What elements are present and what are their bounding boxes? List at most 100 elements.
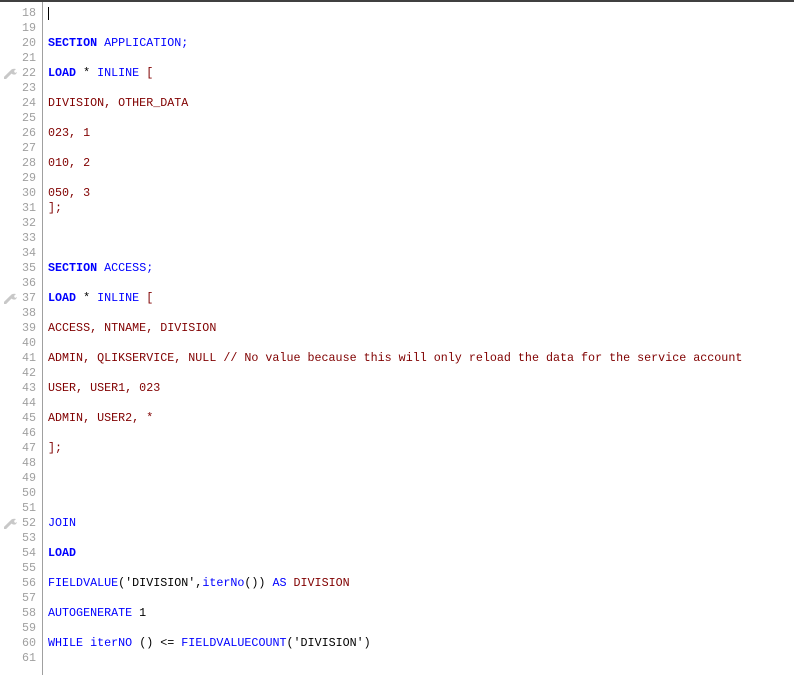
code-line[interactable]: 39 ACCESS, NTNAME, DIVISION — [0, 321, 794, 336]
code-line[interactable]: 42 — [0, 366, 794, 381]
code-line[interactable]: 34 — [0, 246, 794, 261]
code-line[interactable]: 52 JOIN — [0, 516, 794, 531]
code-line[interactable]: 54 LOAD — [0, 546, 794, 561]
code-line[interactable]: 60 WHILE iterNO () <= FIELDVALUECOUNT('DI… — [0, 636, 794, 651]
code-text: ]; — [48, 201, 62, 216]
line-number: 42 — [21, 366, 36, 380]
line-number: 26 — [21, 126, 36, 140]
line-number: 20 — [21, 36, 36, 50]
line-number: 23 — [21, 81, 36, 95]
code-text: LOAD — [48, 546, 76, 561]
code-token-id: 010, 2 — [48, 156, 91, 170]
window-top-border — [0, 0, 794, 2]
line-number: 19 — [21, 21, 36, 35]
code-line[interactable]: 21 — [0, 51, 794, 66]
line-number: 41 — [21, 351, 36, 365]
code-token-pl: * — [76, 291, 98, 305]
line-number: 25 — [21, 111, 36, 125]
line-number: 48 — [21, 456, 36, 470]
line-number: 46 — [21, 426, 36, 440]
code-line[interactable]: 29 — [0, 171, 794, 186]
code-token-fn: FIELDVALUECOUNT — [181, 636, 287, 650]
code-line[interactable]: 55 — [0, 561, 794, 576]
code-token-fn: INLINE — [97, 66, 140, 80]
code-line[interactable]: 47]; — [0, 441, 794, 456]
code-line[interactable]: 27 — [0, 141, 794, 156]
code-text: DIVISION, OTHER_DATA — [48, 96, 188, 111]
code-line[interactable]: 26 023, 1 — [0, 126, 794, 141]
line-number: 45 — [21, 411, 36, 425]
line-number: 34 — [21, 246, 36, 260]
code-line[interactable]: 20 SECTION APPLICATION; — [0, 36, 794, 51]
code-line[interactable]: 25 — [0, 111, 794, 126]
code-line[interactable]: 32 — [0, 216, 794, 231]
code-line[interactable]: 19 — [0, 21, 794, 36]
line-number: 49 — [21, 471, 36, 485]
code-token-fn: AS — [265, 576, 287, 590]
code-token-id: ADMIN, USER2, * — [48, 411, 154, 425]
line-number: 47 — [21, 441, 36, 455]
code-token-pl: ('DIVISION') — [286, 636, 371, 650]
script-editor[interactable]: 18 19 20 SECTION APPLICATION; 21 22 LOAD * INL… — [0, 6, 794, 666]
code-text: ]; — [48, 441, 62, 456]
line-number: 60 — [21, 636, 36, 650]
code-line[interactable]: 31]; — [0, 201, 794, 216]
code-token-id: USER, USER1, 023 — [48, 381, 161, 395]
code-line[interactable]: 38 — [0, 306, 794, 321]
line-number: 59 — [21, 621, 36, 635]
line-number: 37 — [21, 291, 36, 305]
code-token-id: [ — [139, 66, 154, 80]
line-number: 27 — [21, 141, 36, 155]
code-line[interactable]: 35 SECTION ACCESS; — [0, 261, 794, 276]
code-text: WHILE iterNO () <= FIELDVALUECOUNT('DIVI… — [48, 636, 371, 651]
code-line[interactable]: 24 DIVISION, OTHER_DATA — [0, 96, 794, 111]
code-text: ADMIN, USER2, * — [48, 411, 153, 426]
code-token-id: 050, 3 — [48, 186, 91, 200]
code-line[interactable]: 51 — [0, 501, 794, 516]
code-line[interactable]: 43 USER, USER1, 023 — [0, 381, 794, 396]
code-line[interactable]: 33 — [0, 231, 794, 246]
code-token-kw: LOAD — [48, 66, 77, 80]
code-line[interactable]: 56 FIELDVALUE('DIVISION',iterNo()) AS DIV… — [0, 576, 794, 591]
code-line[interactable]: 30 050, 3 — [0, 186, 794, 201]
line-number: 22 — [21, 66, 36, 80]
code-line[interactable]: 28 010, 2 — [0, 156, 794, 171]
code-line[interactable]: 53 — [0, 531, 794, 546]
code-line[interactable]: 49 — [0, 471, 794, 486]
code-text: LOAD * INLINE [ — [48, 66, 153, 81]
line-number: 55 — [21, 561, 36, 575]
code-text: SECTION APPLICATION; — [48, 36, 188, 51]
code-line[interactable]: 36 — [0, 276, 794, 291]
code-text: LOAD * INLINE [ — [48, 291, 153, 306]
code-line[interactable]: 22 LOAD * INLINE [ — [0, 66, 794, 81]
code-token-id: ]; — [48, 441, 63, 455]
code-line[interactable]: 45 ADMIN, USER2, * — [0, 411, 794, 426]
code-text: SECTION ACCESS; — [48, 261, 153, 276]
code-line[interactable]: 59 — [0, 621, 794, 636]
line-number: 58 — [21, 606, 36, 620]
line-number: 28 — [21, 156, 36, 170]
code-token-pl: 1 — [132, 606, 147, 620]
code-token-kw: LOAD — [48, 546, 77, 560]
code-line[interactable]: 46 — [0, 426, 794, 441]
code-token-id: DIVISION, OTHER_DATA — [48, 96, 189, 110]
code-token-id: DIVISION — [286, 576, 350, 590]
code-line[interactable]: 18 — [0, 6, 794, 21]
line-number: 35 — [21, 261, 36, 275]
code-line[interactable]: 44 — [0, 396, 794, 411]
code-text: AUTOGENERATE 1 — [48, 606, 146, 621]
code-line[interactable]: 40 — [0, 336, 794, 351]
code-line[interactable]: 50 — [0, 486, 794, 501]
code-line[interactable]: 48 — [0, 456, 794, 471]
line-number: 54 — [21, 546, 36, 560]
line-number: 30 — [21, 186, 36, 200]
code-line[interactable]: 58 AUTOGENERATE 1 — [0, 606, 794, 621]
code-line[interactable]: 57 — [0, 591, 794, 606]
code-line[interactable]: 41 ADMIN, QLIKSERVICE, NULL // No value b… — [0, 351, 794, 366]
code-line[interactable]: 61 — [0, 651, 794, 666]
code-token-fn: WHILE — [48, 636, 84, 650]
code-line[interactable]: 23 — [0, 81, 794, 96]
code-text: USER, USER1, 023 — [48, 381, 160, 396]
code-line[interactable]: 37 LOAD * INLINE [ — [0, 291, 794, 306]
code-token-pl: () <= — [132, 636, 182, 650]
